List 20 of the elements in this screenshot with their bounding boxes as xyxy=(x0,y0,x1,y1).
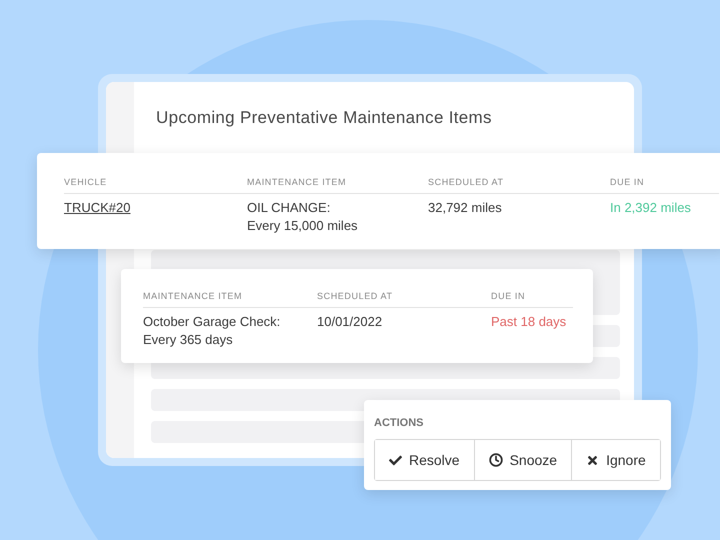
column-header: MAINTENANCE ITEM xyxy=(247,177,428,194)
column-header: DUE IN xyxy=(491,291,573,308)
column-header: MAINTENANCE ITEM xyxy=(143,291,317,308)
check-icon xyxy=(389,454,402,466)
column-header: SCHEDULED AT xyxy=(317,291,491,308)
close-icon xyxy=(586,454,600,466)
action-button[interactable]: Ignore xyxy=(571,440,660,480)
due-status: In 2,392 miles xyxy=(610,199,692,217)
actions-title: ACTIONS xyxy=(374,417,424,429)
panel-title: Upcoming Preventative Maintenance Items xyxy=(156,108,493,128)
column-header: VEHICLE xyxy=(64,177,247,194)
vehicle-link[interactable]: TRUCK#20 xyxy=(64,199,130,235)
table-cell-text: 32,792 miles xyxy=(428,199,503,217)
column-header: DUE IN xyxy=(610,177,719,194)
table-cell-text: OIL CHANGE: Every 15,000 miles xyxy=(247,199,359,235)
column-header: SCHEDULED AT xyxy=(428,177,610,194)
table-cell-text: October Garage Check: Every 365 days xyxy=(143,313,282,349)
clock-icon xyxy=(488,453,503,467)
due-status: Past 18 days xyxy=(491,313,568,331)
table-cell-text: 10/01/2022 xyxy=(317,313,384,331)
